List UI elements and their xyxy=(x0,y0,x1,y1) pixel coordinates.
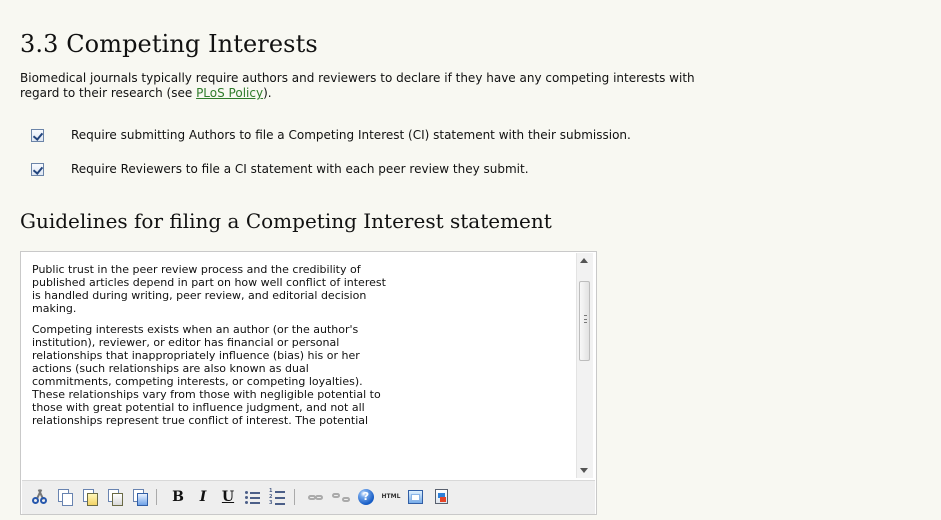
image-icon[interactable] xyxy=(431,487,451,507)
intro-paragraph: Biomedical journals typically require au… xyxy=(20,71,940,101)
image-document-icon xyxy=(435,489,448,504)
fullscreen-window-icon xyxy=(408,490,423,504)
guidelines-rich-text-editor[interactable]: Public trust in the peer review process … xyxy=(20,251,597,515)
italic-icon[interactable]: I xyxy=(193,487,213,507)
intro-line-1: Biomedical journals typically require au… xyxy=(20,71,695,85)
plos-policy-link[interactable]: PLoS Policy xyxy=(196,86,263,100)
intro-line-2-before-link: regard to their research (see xyxy=(20,86,197,100)
reviewer-ci-option[interactable]: Require Reviewers to file a CI statement… xyxy=(31,160,529,178)
numbered-line xyxy=(275,497,285,499)
author-ci-checkbox[interactable] xyxy=(31,128,44,142)
intro-line-2-after-link: ). xyxy=(263,86,272,100)
help-circle: ? xyxy=(358,489,374,505)
guidelines-paragraph: Public trust in the peer review process … xyxy=(32,263,386,315)
author-ci-option[interactable]: Require submitting Authors to file a Com… xyxy=(31,126,631,144)
help-icon[interactable]: ? xyxy=(356,487,376,507)
bullet-dot xyxy=(245,491,248,494)
editor-toolbar: B I U 1 2 3 ? HTML xyxy=(22,480,595,514)
fullscreen-icon[interactable] xyxy=(406,487,426,507)
toolbar-separator xyxy=(294,489,295,505)
paste-page xyxy=(87,493,98,506)
scroll-up-arrow-icon[interactable] xyxy=(580,258,588,263)
bullet-list-icon[interactable] xyxy=(243,487,263,507)
paste-text-icon[interactable] xyxy=(105,487,125,507)
competing-interests-page: 3.3 Competing Interests Biomedical journ… xyxy=(0,0,941,520)
html-icon[interactable]: HTML xyxy=(381,487,401,507)
paste-text-page xyxy=(112,493,123,506)
numbered-line xyxy=(275,503,285,505)
toolbar-separator xyxy=(156,489,157,505)
bullet-dot xyxy=(245,501,248,504)
reviewer-ci-checkbox[interactable] xyxy=(31,162,44,176)
scrollbar-thumb[interactable] xyxy=(579,281,590,361)
section-title: 3.3 Competing Interests xyxy=(20,30,318,58)
paste-icon[interactable] xyxy=(80,487,100,507)
scissor-ring-left xyxy=(32,497,39,504)
numbered-list-icon[interactable]: 1 2 3 xyxy=(268,487,288,507)
cut-icon[interactable] xyxy=(30,487,50,507)
bullet-line xyxy=(250,497,260,499)
scroll-grip-icon xyxy=(584,315,587,323)
underline-icon[interactable]: U xyxy=(218,487,238,507)
editor-scrollbar[interactable] xyxy=(576,253,593,478)
bold-icon[interactable]: B xyxy=(168,487,188,507)
link-icon[interactable] xyxy=(306,487,326,507)
unlink-icon[interactable] xyxy=(331,487,351,507)
copy-front-page xyxy=(62,493,73,506)
guidelines-title: Guidelines for filing a Competing Intere… xyxy=(20,209,552,233)
copy-icon[interactable] xyxy=(55,487,75,507)
scroll-down-arrow-icon[interactable] xyxy=(580,468,588,473)
bullet-line xyxy=(250,502,260,504)
paste-word-page xyxy=(137,493,148,506)
author-ci-label: Require submitting Authors to file a Com… xyxy=(71,128,631,142)
guidelines-paragraph: Competing interests exists when an autho… xyxy=(32,323,381,427)
bullet-dot xyxy=(245,496,248,499)
scissor-ring-right xyxy=(40,497,47,504)
bullet-line xyxy=(250,492,260,494)
numbered-line xyxy=(275,491,285,493)
unlink-ring-left xyxy=(332,493,340,498)
intro-line-2: regard to their research (see PLoS Polic… xyxy=(20,86,940,101)
link-ring-right xyxy=(315,495,323,500)
unlink-ring-right xyxy=(342,497,350,502)
paste-word-icon[interactable] xyxy=(130,487,150,507)
number-marker: 3 xyxy=(269,500,273,506)
reviewer-ci-label: Require Reviewers to file a CI statement… xyxy=(71,162,529,176)
guidelines-editor-content[interactable]: Public trust in the peer review process … xyxy=(32,263,568,470)
